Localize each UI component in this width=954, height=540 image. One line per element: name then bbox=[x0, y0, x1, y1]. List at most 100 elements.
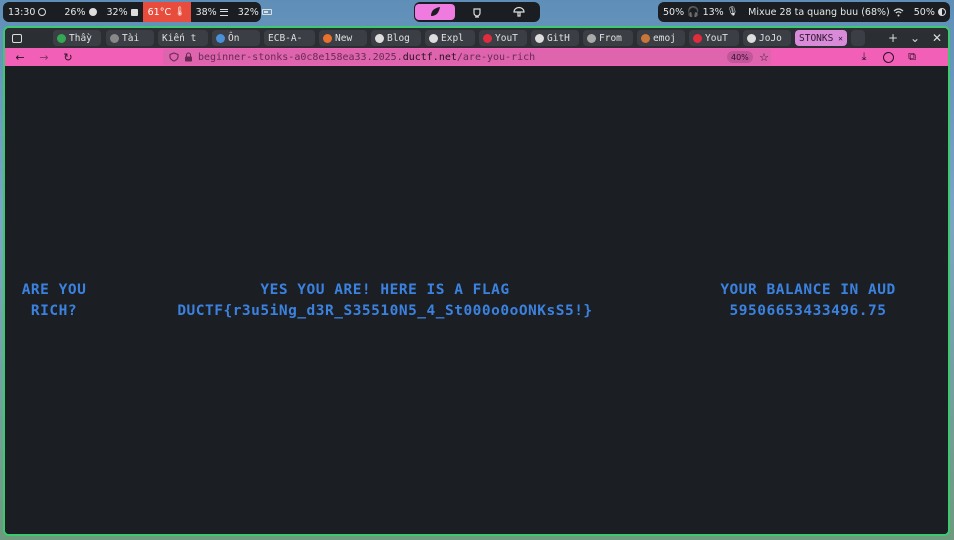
clock[interactable]: 13:30 bbox=[3, 2, 51, 22]
wifi-indicator[interactable]: Mixue 28 ta quang buu (68%) bbox=[743, 2, 909, 22]
tab[interactable]: Ôn bbox=[212, 30, 260, 46]
tab-favicon-icon bbox=[323, 33, 332, 43]
star-icon: ☆ bbox=[759, 50, 769, 64]
tab[interactable]: GitH bbox=[531, 30, 579, 46]
tab[interactable]: YouT bbox=[479, 30, 527, 46]
tab-list-button[interactable]: ⌄ bbox=[907, 30, 923, 46]
temperature-value: 61°C bbox=[147, 6, 172, 18]
reload-icon: ↻ bbox=[63, 50, 73, 64]
memory-icon bbox=[130, 8, 138, 16]
flag-block: YES YOU ARE! HERE IS A FLAG DUCTF{r3u5iN… bbox=[145, 280, 625, 322]
question-line-2: RICH? bbox=[30, 303, 78, 319]
headphones-icon: 🎧 bbox=[687, 6, 700, 18]
disk-value: 38% bbox=[195, 6, 217, 18]
tab[interactable]: Expl bbox=[425, 30, 475, 46]
tab[interactable]: STONKS ✕ bbox=[795, 30, 847, 46]
tab[interactable]: Tài bbox=[106, 30, 154, 46]
tab[interactable]: ECB-A- bbox=[264, 30, 315, 46]
tab-favicon-icon bbox=[641, 33, 650, 43]
mushroom-icon bbox=[513, 6, 525, 17]
volume-indicator[interactable]: 50% 🎧 13% 🎙 bbox=[658, 2, 743, 22]
tab-label: YouT bbox=[495, 32, 518, 44]
memory-indicator: 32% bbox=[102, 2, 143, 22]
url-domain: ductf.net bbox=[402, 51, 457, 63]
disk-icon bbox=[219, 8, 228, 16]
workspace-cup[interactable] bbox=[457, 4, 497, 20]
tab[interactable]: Kiến t bbox=[158, 30, 208, 46]
brightness-value: 50% bbox=[913, 6, 935, 18]
url-text: beginner-stonks-a0c8e158ea33.2025.ductf.… bbox=[198, 52, 535, 63]
cpu-value: 26% bbox=[64, 6, 86, 18]
account-button[interactable] bbox=[879, 48, 897, 66]
leaf-icon bbox=[431, 7, 440, 16]
workspace-leaf[interactable] bbox=[415, 4, 455, 20]
brightness-indicator[interactable]: 50% bbox=[909, 2, 951, 22]
plus-icon: + bbox=[887, 31, 899, 45]
tab-label: From bbox=[599, 32, 622, 44]
address-bar[interactable]: beginner-stonks-a0c8e158ea33.2025.ductf.… bbox=[163, 49, 771, 65]
tab-close-icon[interactable]: ✕ bbox=[838, 34, 843, 43]
tab[interactable]: From bbox=[583, 30, 633, 46]
system-bar: 13:30 26% 32% 61°C 🌡 38% 32% 50% 🎧 13% 🎙… bbox=[0, 0, 954, 24]
cpu-icon bbox=[88, 8, 97, 16]
sidebar-icon bbox=[12, 33, 22, 43]
tab-label: GitH bbox=[547, 32, 570, 44]
microphone-icon: 🎙 bbox=[726, 7, 739, 17]
tab-label: Expl bbox=[441, 32, 464, 44]
tab-favicon-icon bbox=[693, 33, 702, 43]
tab[interactable]: YouT bbox=[689, 30, 739, 46]
back-button[interactable]: ← bbox=[11, 48, 29, 66]
close-window-button[interactable]: ✕ bbox=[929, 30, 945, 46]
tab[interactable]: Blog bbox=[371, 30, 421, 46]
shield-icon bbox=[169, 52, 179, 62]
url-path: /are-you-rich bbox=[456, 51, 536, 63]
arrow-right-icon: → bbox=[39, 50, 49, 64]
forward-button[interactable]: → bbox=[35, 48, 53, 66]
battery-value: 32% bbox=[237, 6, 259, 18]
workspace-mushroom[interactable] bbox=[499, 4, 539, 20]
headphones-value: 13% bbox=[702, 6, 724, 18]
battery-icon bbox=[261, 9, 272, 15]
reload-button[interactable]: ↻ bbox=[59, 48, 77, 66]
tab-favicon-icon bbox=[429, 33, 438, 43]
tab[interactable]: JoJo bbox=[743, 30, 791, 46]
tab-label: YouT bbox=[705, 32, 728, 44]
tab-label: STONKS bbox=[799, 32, 834, 44]
tab-label: Thầy bbox=[69, 32, 92, 44]
sidebar-toggle[interactable] bbox=[9, 30, 25, 46]
tab-label: Tài bbox=[122, 32, 140, 44]
lock-icon bbox=[185, 52, 192, 62]
tab-label: Kiến t bbox=[162, 32, 197, 44]
question-line-1: ARE YOU bbox=[21, 282, 87, 298]
tab-favicon-icon bbox=[587, 33, 596, 43]
downloads-button[interactable]: ⤓ bbox=[855, 48, 873, 66]
tab[interactable]: emoj bbox=[637, 30, 685, 46]
battery-indicator: 32% bbox=[233, 2, 277, 22]
volume-value: 50% bbox=[663, 6, 685, 18]
tab[interactable]: New bbox=[319, 30, 367, 46]
tab-overflow[interactable] bbox=[851, 30, 865, 46]
clock-icon bbox=[38, 8, 47, 16]
memory-value: 32% bbox=[106, 6, 128, 18]
tab[interactable]: Thầy bbox=[53, 30, 101, 46]
bookmark-button[interactable]: ☆ bbox=[755, 48, 773, 66]
chevron-down-icon: ⌄ bbox=[909, 31, 921, 45]
tab-label: Ôn bbox=[228, 32, 240, 44]
navigation-bar: ← → ↻ beginner-stonks-a0c8e158ea33.2025.… bbox=[5, 48, 948, 66]
tab-favicon-icon bbox=[535, 33, 544, 43]
puzzle-icon: ⧉ bbox=[908, 50, 916, 63]
cup-icon bbox=[473, 8, 481, 18]
brightness-icon bbox=[937, 8, 946, 16]
browser-window: Thầy Tài Kiến t Ôn ECB-A- New Blog Expl YouT GitH… bbox=[3, 26, 950, 536]
tab-favicon-icon bbox=[216, 33, 225, 43]
extensions-button[interactable]: ⧉ bbox=[903, 48, 921, 66]
balance-block: YOUR BALANCE IN AUD 59506653433496.75 bbox=[705, 280, 911, 322]
tab-favicon-icon bbox=[747, 33, 756, 43]
tab-favicon-icon bbox=[57, 33, 66, 43]
tab-label: Blog bbox=[387, 32, 410, 44]
tab-favicon-icon bbox=[375, 33, 384, 43]
disk-indicator: 38% bbox=[191, 2, 233, 22]
zoom-level[interactable]: 40% bbox=[727, 51, 753, 63]
new-tab-button[interactable]: + bbox=[885, 30, 901, 46]
thermometer-icon: 🌡 bbox=[174, 7, 186, 17]
